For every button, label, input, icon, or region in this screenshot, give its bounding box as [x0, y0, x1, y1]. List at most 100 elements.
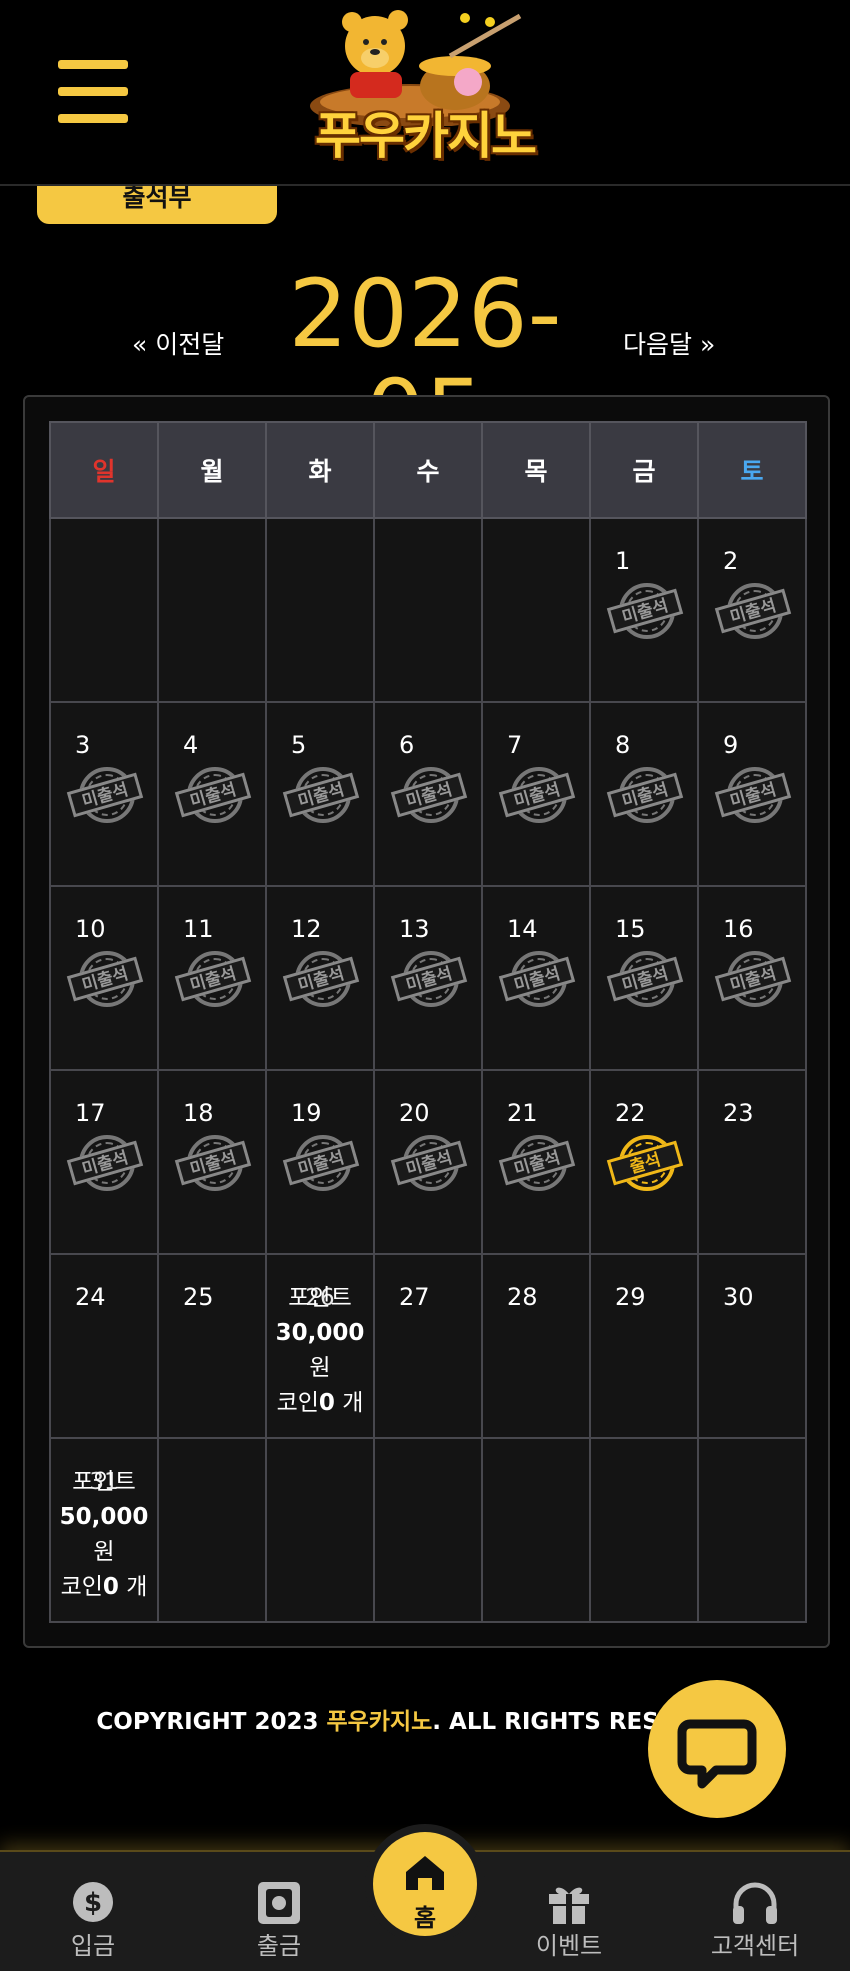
calendar-day-cell[interactable]: 28 — [481, 1253, 591, 1439]
absent-stamp: 미출석 — [606, 583, 684, 645]
calendar-day-cell[interactable]: 23 — [697, 1069, 807, 1255]
absent-stamp: 미출석 — [390, 767, 468, 829]
calendar-day-cell — [481, 517, 591, 703]
day-number: 23 — [723, 1099, 754, 1127]
calendar-day-cell[interactable]: 10 미출석 — [49, 885, 159, 1071]
calendar-day-cell[interactable]: 5 미출석 — [265, 701, 375, 887]
calendar-day-cell[interactable]: 3 미출석 — [49, 701, 159, 887]
day-number: 12 — [291, 915, 322, 943]
calendar-day-cell[interactable]: 13 미출석 — [373, 885, 483, 1071]
calendar-day-cell[interactable]: 6 미출석 — [373, 701, 483, 887]
coin-label: 코인 — [276, 1390, 319, 1416]
calendar-day-cell[interactable]: 24 — [49, 1253, 159, 1439]
weekday-header: 금 — [589, 421, 699, 519]
calendar-day-cell — [697, 1437, 807, 1623]
calendar-day-cell[interactable]: 30 — [697, 1253, 807, 1439]
weekday-header: 토 — [697, 421, 807, 519]
calendar-day-cell[interactable]: 18 미출석 — [157, 1069, 267, 1255]
calendar-day-cell[interactable]: 2 미출석 — [697, 517, 807, 703]
nav-home[interactable]: 홈 — [373, 1832, 477, 1936]
calendar-week-row: 10 미출석 11 미출석 12 미출석 13 미출석 14 미출석 15 미출석 16 미출석 — [49, 885, 807, 1071]
weekday-header: 화 — [265, 421, 375, 519]
calendar-week-row: 3 미출석 4 미출석 5 미출석 6 미출석 7 미출석 8 미출석 9 미출석 — [49, 701, 807, 887]
nav-support-label: 고객센터 — [710, 1932, 800, 1960]
day-number: 31 — [89, 1469, 119, 1495]
reward-amount: 30,000 — [275, 1320, 365, 1346]
day-number: 30 — [723, 1283, 754, 1311]
absent-stamp: 미출석 — [498, 767, 576, 829]
calendar-container: 일월화수목금토 1 미출석 2 미출석 3 미출석 4 미출석 5 미출석 6 미출석 7 미출석 8 미출석… — [23, 395, 830, 1648]
chat-button[interactable] — [648, 1680, 786, 1818]
coin-unit: 개 — [334, 1390, 364, 1416]
day-number: 6 — [399, 731, 415, 759]
reward-info: 26 포인트 30,000 원 코인0 개 — [267, 1281, 373, 1421]
nav-support[interactable]: 고객센터 — [680, 1852, 830, 1971]
next-month-link[interactable]: 다음달 » — [623, 325, 715, 361]
coin-count: 0 — [318, 1390, 335, 1416]
calendar-day-cell[interactable]: 25 — [157, 1253, 267, 1439]
nav-withdraw[interactable]: 출금 — [204, 1852, 354, 1971]
day-number: 25 — [183, 1283, 214, 1311]
day-number: 5 — [291, 731, 307, 759]
day-number: 3 — [75, 731, 91, 759]
calendar-day-cell[interactable]: 31 포인트 50,000 원 코인0 개 — [49, 1437, 159, 1623]
absent-stamp: 미출석 — [606, 767, 684, 829]
calendar-day-cell[interactable]: 19 미출석 — [265, 1069, 375, 1255]
day-number: 17 — [75, 1099, 106, 1127]
calendar-day-cell[interactable]: 29 — [589, 1253, 699, 1439]
prev-month-link[interactable]: « 이전달 — [132, 325, 224, 361]
copyright-prefix: COPYRIGHT 2023 — [96, 1709, 327, 1735]
calendar-day-cell[interactable]: 27 — [373, 1253, 483, 1439]
month-navigation: « 이전달 2026-05 다음달 » — [0, 265, 850, 465]
absent-stamp: 미출석 — [66, 767, 144, 829]
calendar-day-cell — [265, 1437, 375, 1623]
calendar-day-cell[interactable]: 15 미출석 — [589, 885, 699, 1071]
calendar-day-cell[interactable]: 8 미출석 — [589, 701, 699, 887]
absent-stamp: 미출석 — [66, 951, 144, 1013]
logo[interactable]: 푸우카지노 — [290, 6, 560, 176]
menu-icon[interactable] — [58, 60, 128, 124]
present-stamp: 출석 — [606, 1135, 684, 1197]
calendar-week-row: 31 포인트 50,000 원 코인0 개 — [49, 1437, 807, 1623]
calendar-day-cell[interactable]: 20 미출석 — [373, 1069, 483, 1255]
day-number: 7 — [507, 731, 523, 759]
day-number: 24 — [75, 1283, 106, 1311]
svg-text:$: $ — [84, 1888, 102, 1918]
calendar-day-cell[interactable]: 22 출석 — [589, 1069, 699, 1255]
calendar-day-cell[interactable]: 16 미출석 — [697, 885, 807, 1071]
nav-event[interactable]: 이벤트 — [494, 1852, 644, 1971]
nav-deposit[interactable]: $ 입금 — [18, 1852, 168, 1971]
calendar-day-cell[interactable]: 12 미출석 — [265, 885, 375, 1071]
absent-stamp: 미출석 — [174, 1135, 252, 1197]
calendar-day-cell[interactable]: 14 미출석 — [481, 885, 591, 1071]
absent-stamp: 미출석 — [174, 767, 252, 829]
calendar-day-cell[interactable]: 9 미출석 — [697, 701, 807, 887]
copyright-brand[interactable]: 푸우카지노 — [326, 1709, 432, 1735]
calendar-day-cell[interactable]: 11 미출석 — [157, 885, 267, 1071]
weekday-header: 수 — [373, 421, 483, 519]
calendar-day-cell — [157, 517, 267, 703]
absent-stamp: 미출석 — [174, 951, 252, 1013]
day-number: 19 — [291, 1099, 322, 1127]
calendar-day-cell — [481, 1437, 591, 1623]
day-number: 11 — [183, 915, 214, 943]
calendar-day-cell[interactable]: 17 미출석 — [49, 1069, 159, 1255]
day-number: 22 — [615, 1099, 646, 1127]
weekday-header: 목 — [481, 421, 591, 519]
logo-text: 푸우카지노 — [315, 107, 537, 165]
calendar-day-cell[interactable]: 26 포인트 30,000 원 코인0 개 — [265, 1253, 375, 1439]
weekday-header: 월 — [157, 421, 267, 519]
day-number: 15 — [615, 915, 646, 943]
reward-coin: 코인0 개 — [51, 1570, 157, 1605]
calendar-day-cell[interactable]: 4 미출석 — [157, 701, 267, 887]
calendar-day-cell[interactable]: 21 미출석 — [481, 1069, 591, 1255]
day-number: 18 — [183, 1099, 214, 1127]
headset-icon — [733, 1882, 777, 1924]
day-number: 2 — [723, 547, 739, 575]
day-number: 13 — [399, 915, 430, 943]
calendar-day-cell[interactable]: 1 미출석 — [589, 517, 699, 703]
calendar-day-cell[interactable]: 7 미출석 — [481, 701, 591, 887]
absent-stamp: 미출석 — [498, 951, 576, 1013]
home-icon — [406, 1856, 444, 1890]
day-number: 28 — [507, 1283, 538, 1311]
